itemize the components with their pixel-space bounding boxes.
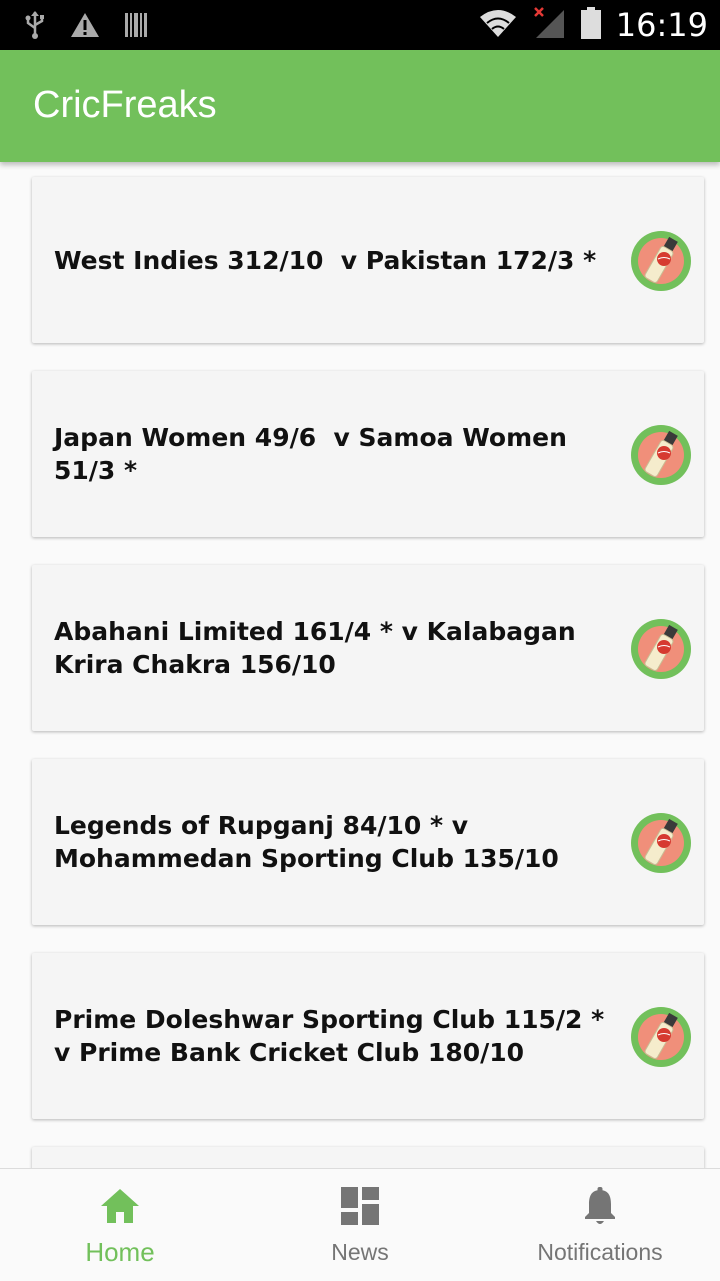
battery-icon [580,7,602,43]
usb-icon [24,10,46,44]
app-title: CricFreaks [33,84,217,126]
app-bar: CricFreaks [0,50,720,162]
cricket-bat-ball-icon [631,425,691,485]
bell-icon [585,1187,615,1224]
cricket-bat-ball-icon [631,231,691,291]
match-card[interactable] [32,1147,704,1168]
match-card[interactable]: Abahani Limited 161/4 * v Kalabagan Krir… [32,565,704,731]
home-icon [101,1189,139,1223]
match-score-text [54,1147,614,1168]
match-card[interactable]: Legends of Rupganj 84/10 * v Mohammedan … [32,759,704,925]
nav-home[interactable]: Home [0,1169,240,1281]
warning-icon [70,11,100,43]
cricket-bat-ball-icon [631,1007,691,1067]
nav-news-label: News [331,1239,389,1265]
match-score-text: Prime Doleshwar Sporting Club 115/2 * v … [54,1005,613,1067]
signal-icon [532,6,566,44]
status-bar: 16:19 [0,0,720,50]
match-score-text: Legends of Rupganj 84/10 * v Mohammedan … [54,811,559,873]
bottom-navigation: Home News Notifications [0,1168,720,1281]
match-card[interactable]: Japan Women 49/6 v Samoa Women 51/3 * [32,371,704,537]
match-score-text: Abahani Limited 161/4 * v Kalabagan Krir… [54,617,585,679]
match-card[interactable]: West Indies 312/10 v Pakistan 172/3 * [32,177,704,343]
cricket-bat-ball-icon [631,813,691,873]
nav-home-label: Home [85,1237,155,1267]
dashboard-icon [341,1187,379,1225]
wifi-icon [478,7,518,43]
nav-notifications[interactable]: Notifications [480,1169,720,1281]
status-time: 16:19 [615,6,708,44]
nav-notifications-label: Notifications [537,1239,663,1265]
match-score-text: Japan Women 49/6 v Samoa Women 51/3 * [54,423,576,485]
nav-news[interactable]: News [240,1169,480,1281]
match-score-text: West Indies 312/10 v Pakistan 172/3 * [54,245,597,275]
cricket-bat-ball-icon [631,619,691,679]
barcode-icon [124,11,148,43]
match-list[interactable]: West Indies 312/10 v Pakistan 172/3 * Ja… [0,162,720,1168]
match-card[interactable]: Prime Doleshwar Sporting Club 115/2 * v … [32,953,704,1119]
